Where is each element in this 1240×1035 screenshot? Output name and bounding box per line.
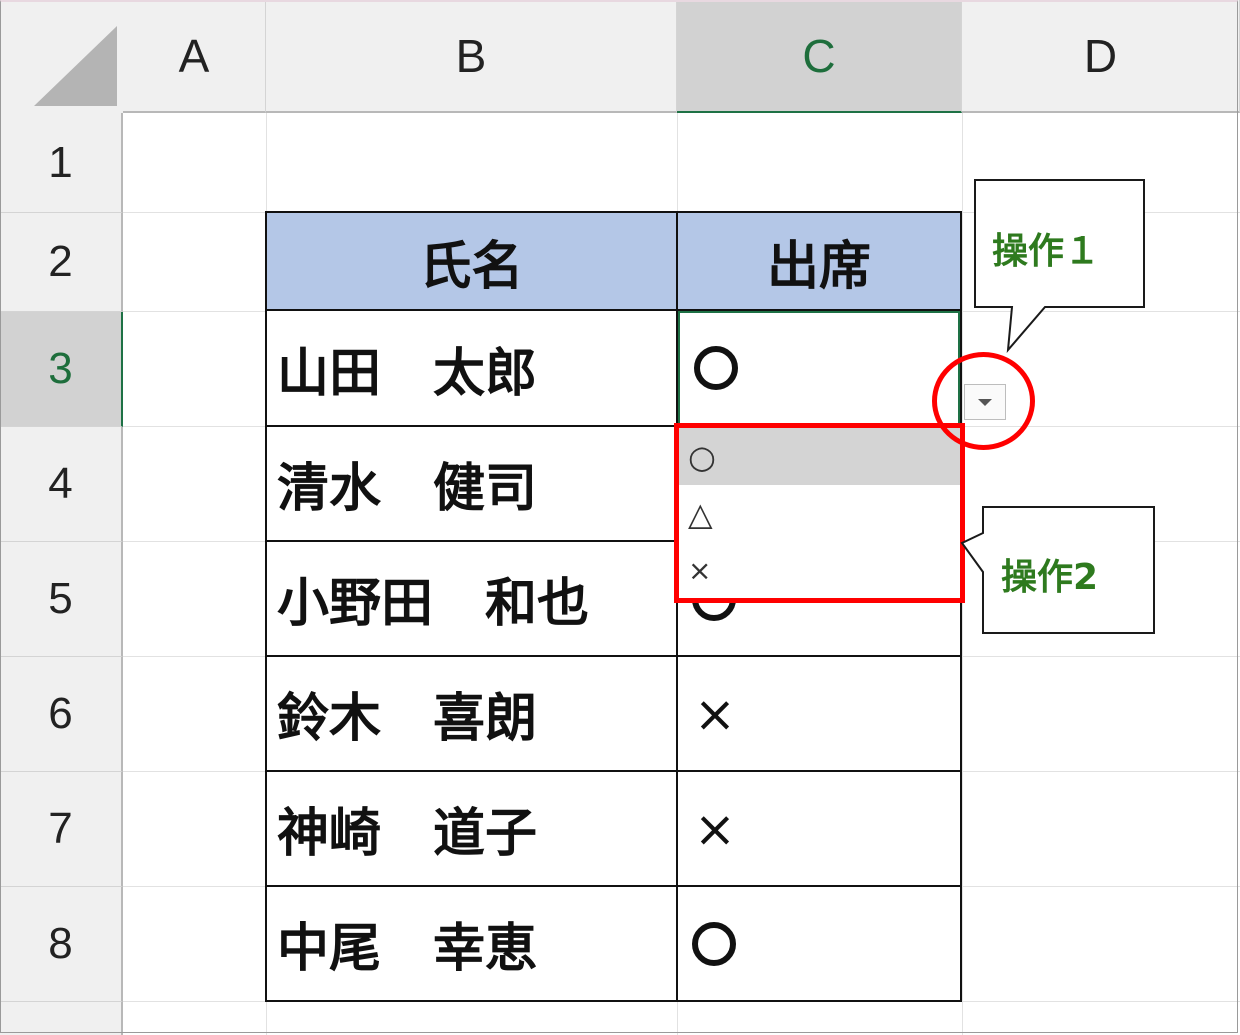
callout-shapes <box>960 179 1155 634</box>
callout-2-text: 操作2 <box>1001 557 1099 598</box>
callout-1-text: 操作１ <box>992 231 1101 272</box>
